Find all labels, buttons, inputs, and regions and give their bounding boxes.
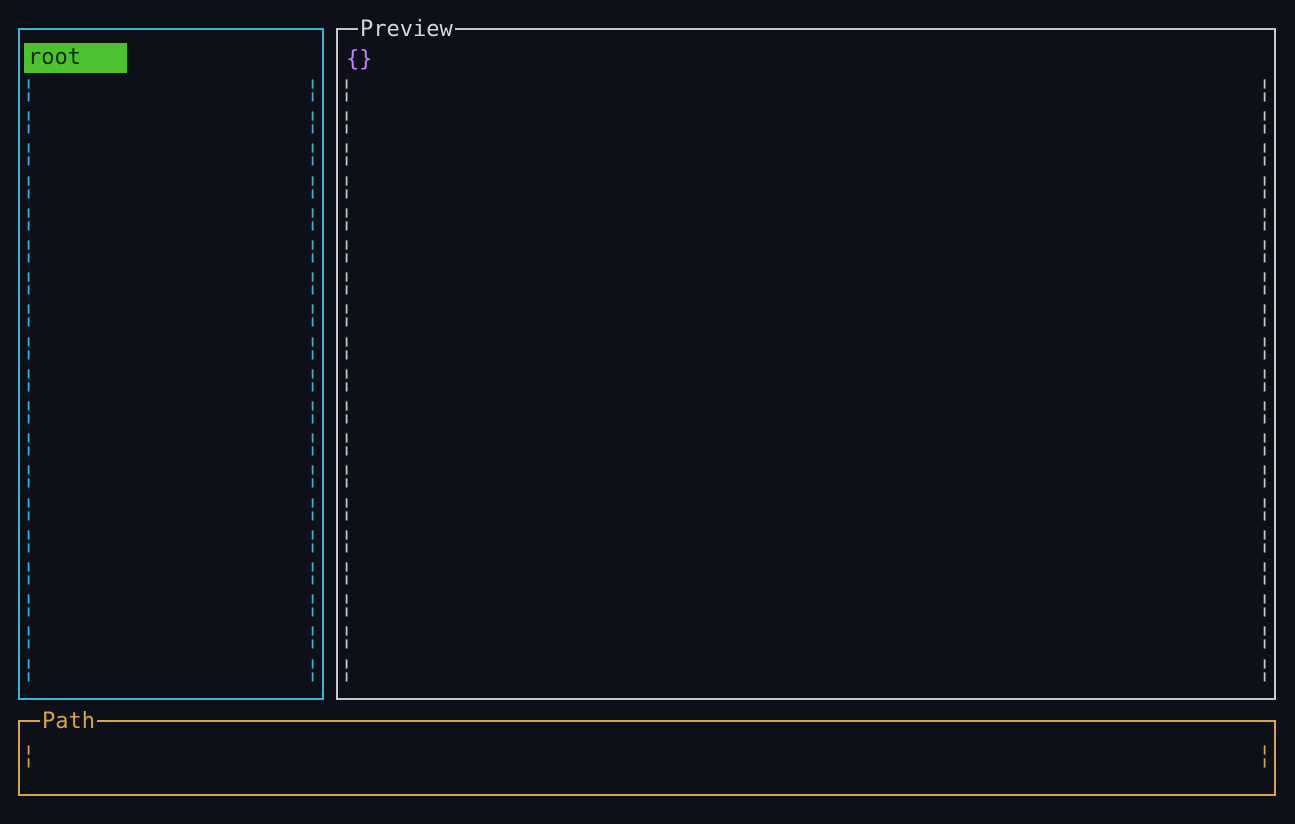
tree-panel[interactable]: root ╎ ╎ ╎ ╎ ╎ ╎ ╎ ╎ ╎ ╎ ╎ ╎ ╎ ╎ ╎ ╎ ╎ ╎… [18,28,324,700]
preview-panel: Preview {} ╎ ╎ ╎ ╎ ╎ ╎ ╎ ╎ ╎ ╎ ╎ ╎ ╎ ╎ ╎… [336,28,1276,700]
preview-dash-right-icon: ╎ ╎ ╎ ╎ ╎ ╎ ╎ ╎ ╎ ╎ ╎ ╎ ╎ ╎ ╎ ╎ ╎ ╎ ╎ [1258,76,1272,688]
tree-content: root [24,42,318,694]
tree-dash-left-icon: ╎ ╎ ╎ ╎ ╎ ╎ ╎ ╎ ╎ ╎ ╎ ╎ ╎ ╎ ╎ ╎ ╎ ╎ ╎ [22,76,36,688]
path-dash-right-icon: ╎ [1258,742,1272,784]
path-dash-left-icon: ╎ [22,742,36,784]
preview-content: {} [346,44,1266,76]
preview-title: Preview [358,14,455,46]
tree-dash-right-icon: ╎ ╎ ╎ ╎ ╎ ╎ ╎ ╎ ╎ ╎ ╎ ╎ ╎ ╎ ╎ ╎ ╎ ╎ ╎ [306,76,320,688]
path-title: Path [40,706,97,738]
preview-dash-left-icon: ╎ ╎ ╎ ╎ ╎ ╎ ╎ ╎ ╎ ╎ ╎ ╎ ╎ ╎ ╎ ╎ ╎ ╎ ╎ [340,76,354,688]
path-panel[interactable]: Path ╎ ╎ [18,720,1276,796]
tree-item-root[interactable]: root [24,43,127,73]
